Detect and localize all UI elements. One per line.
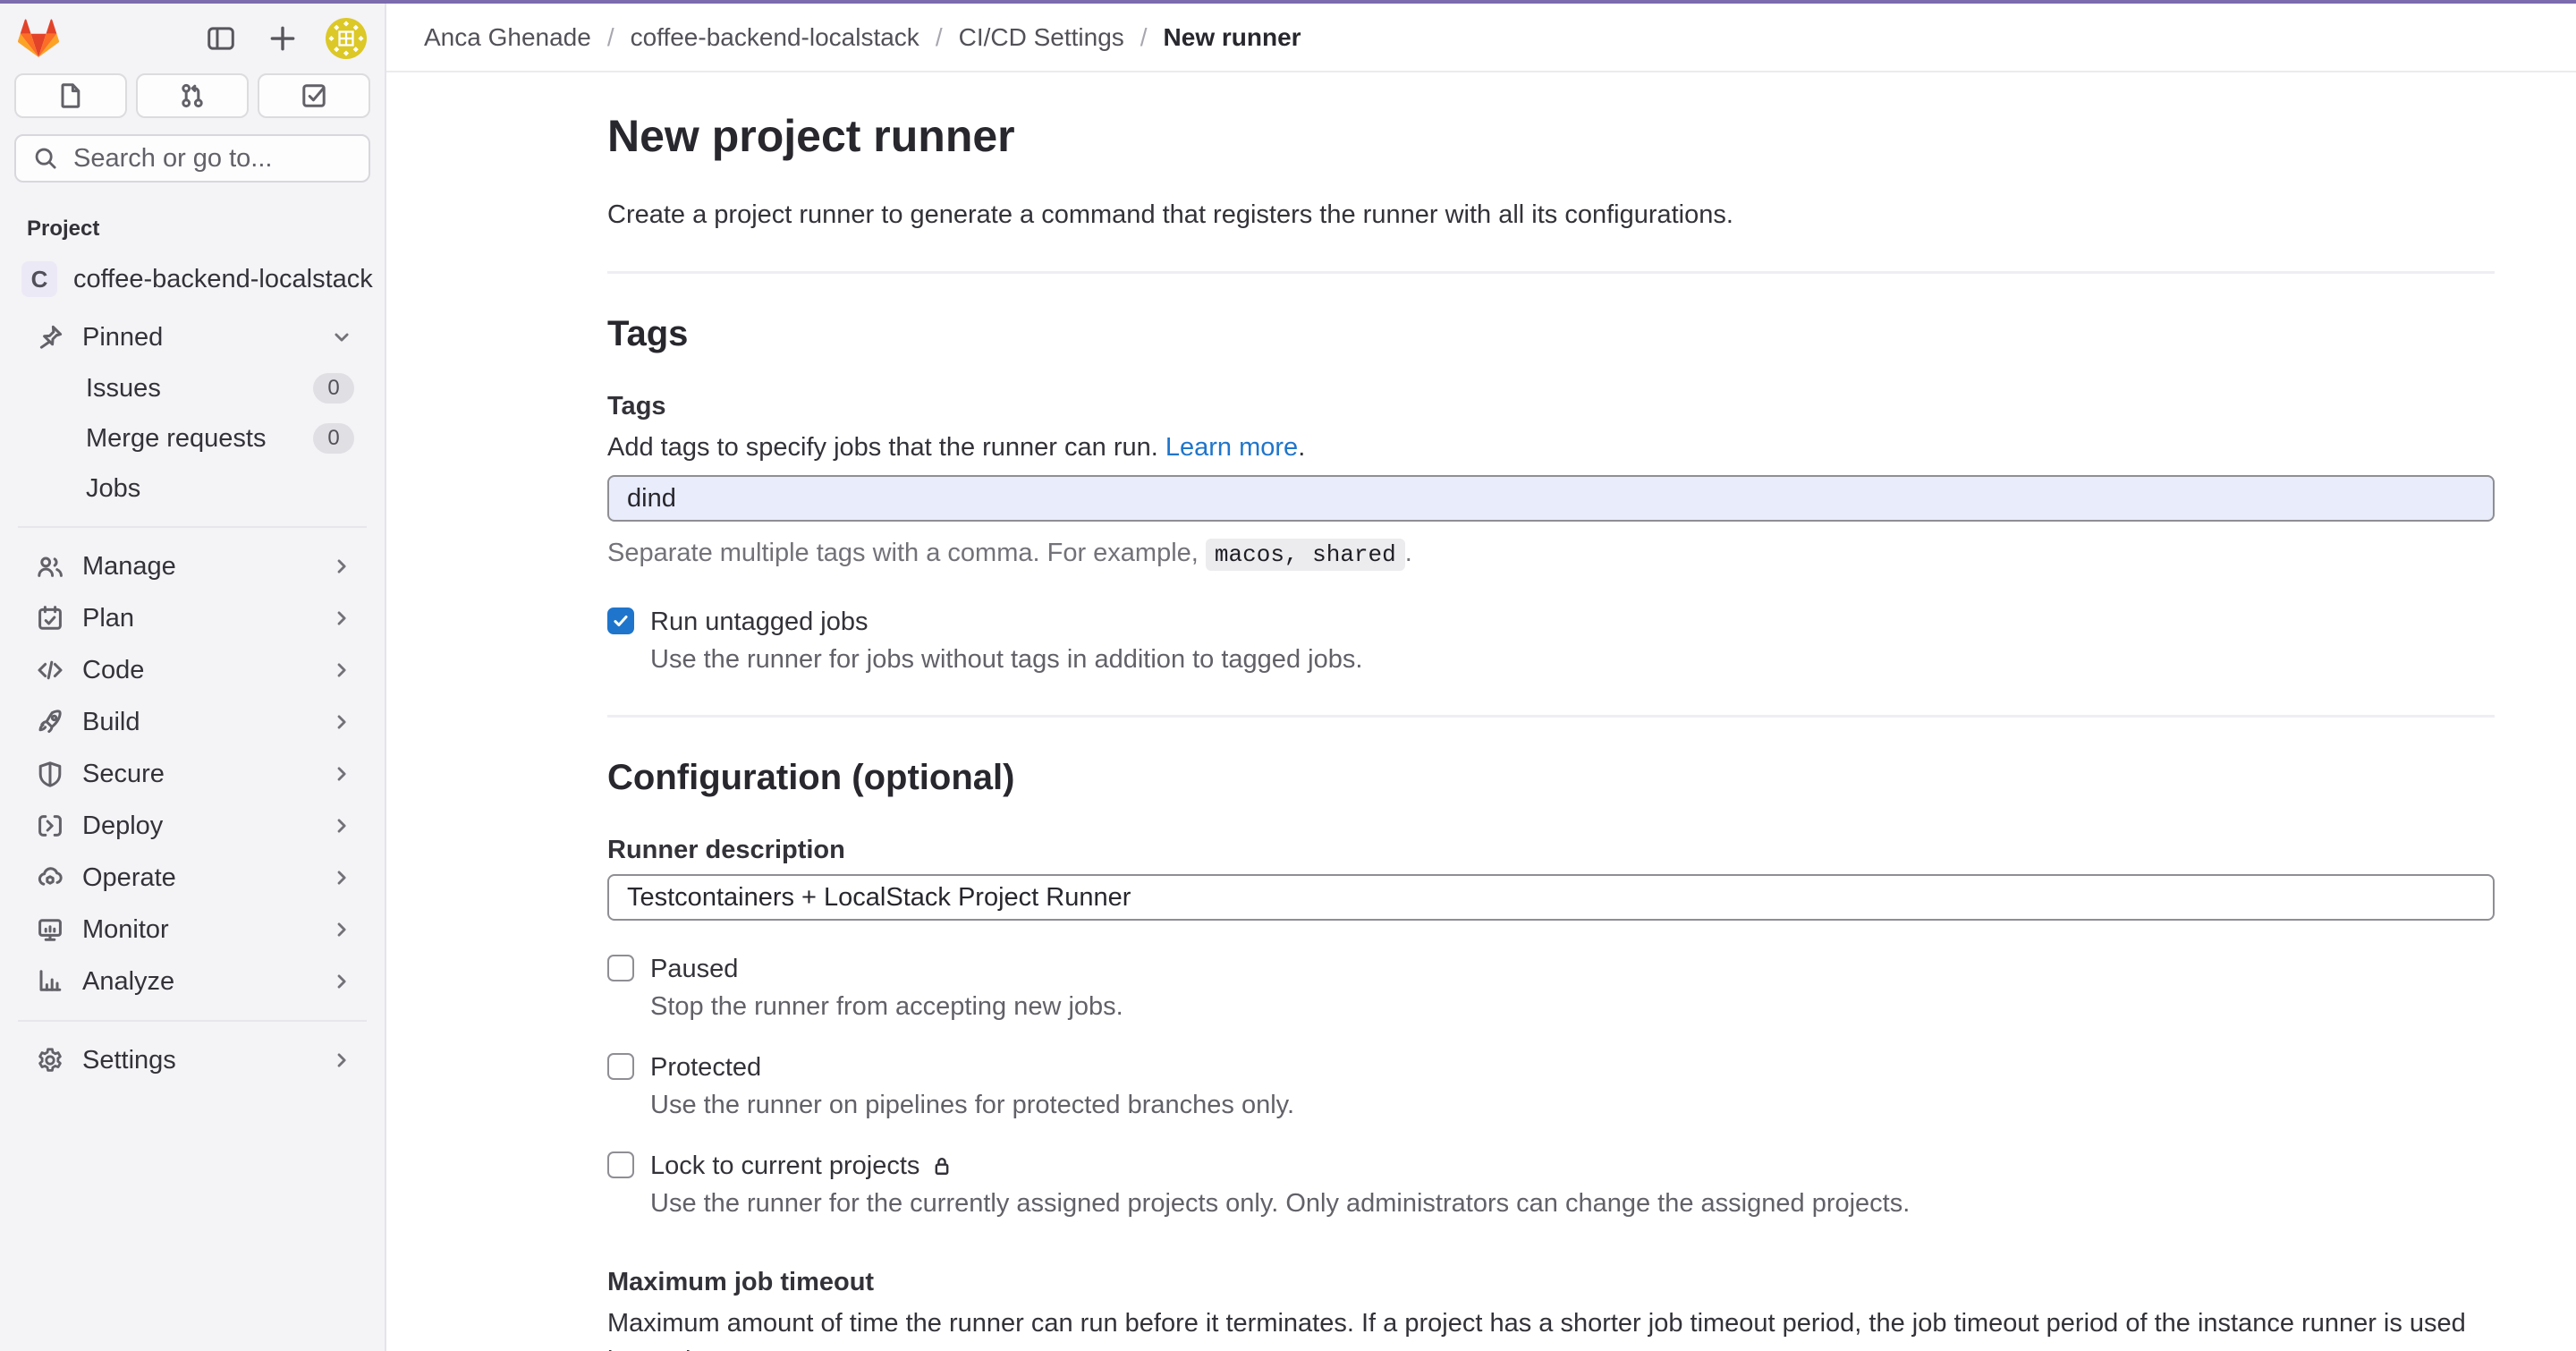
breadcrumb-separator: /	[607, 23, 614, 52]
lock-projects-row: Lock to current projects Use the runner …	[607, 1148, 2495, 1221]
protected-row: Protected Use the runner on pipelines fo…	[607, 1049, 2495, 1123]
main-area: Anca Ghenade / coffee-backend-localstack…	[386, 4, 2576, 1351]
paused-checkbox[interactable]	[607, 955, 634, 981]
sidebar-item-code[interactable]: Code	[9, 644, 376, 696]
pin-icon	[36, 323, 64, 352]
project-avatar: C	[21, 261, 57, 297]
search-icon	[32, 145, 59, 172]
chevron-right-icon	[329, 761, 354, 786]
lock-projects-help: Use the runner for the currently assigne…	[650, 1185, 1910, 1221]
sidebar: Project C coffee-backend-localstack Pinn…	[0, 4, 386, 1351]
run-untagged-help: Use the runner for jobs without tags in …	[650, 642, 1362, 677]
deploy-icon	[36, 811, 64, 840]
tags-example-code: macos, shared	[1206, 539, 1405, 571]
protected-label[interactable]: Protected	[650, 1049, 1294, 1085]
project-name: coffee-backend-localstack	[73, 265, 373, 294]
tags-field-hint: Separate multiple tags with a comma. For…	[607, 534, 2495, 574]
sidebar-item-issues[interactable]: Issues 0	[9, 363, 376, 413]
page-subtitle: Create a project runner to generate a co…	[607, 196, 2495, 234]
sidebar-item-secure[interactable]: Secure	[9, 748, 376, 800]
sidebar-section-label: Project	[0, 217, 385, 242]
chevron-right-icon	[329, 658, 354, 683]
merge-requests-count-badge: 0	[313, 423, 354, 454]
chevron-right-icon	[329, 813, 354, 838]
sidebar-project-item[interactable]: C coffee-backend-localstack	[9, 254, 376, 304]
sidebar-item-build[interactable]: Build	[9, 696, 376, 748]
tags-field-description: Add tags to specify jobs that the runner…	[607, 429, 2495, 466]
runner-description-label: Runner description	[607, 836, 2495, 865]
section-divider	[607, 271, 2495, 274]
create-new-button[interactable]	[263, 19, 302, 58]
search-input[interactable]	[14, 134, 370, 183]
sidebar-item-settings[interactable]: Settings	[9, 1034, 376, 1086]
chevron-right-icon	[329, 554, 354, 579]
learn-more-link[interactable]: Learn more	[1165, 433, 1298, 462]
breadcrumb: Anca Ghenade / coffee-backend-localstack…	[386, 4, 2576, 72]
gitlab-logo[interactable]	[18, 18, 59, 59]
sidebar-item-manage[interactable]: Manage	[9, 540, 376, 592]
max-timeout-description: Maximum amount of time the runner can ru…	[607, 1304, 2495, 1351]
sidebar-toggle-button[interactable]	[202, 20, 240, 57]
sidebar-item-monitor[interactable]: Monitor	[9, 904, 376, 956]
lock-icon	[930, 1154, 953, 1177]
code-icon	[36, 656, 64, 684]
monitor-icon	[36, 915, 64, 944]
run-untagged-label[interactable]: Run untagged jobs	[650, 604, 1362, 640]
run-untagged-checkbox[interactable]	[607, 608, 634, 634]
shield-icon	[36, 760, 64, 788]
search-field[interactable]	[72, 143, 352, 174]
paused-help: Stop the runner from accepting new jobs.	[650, 989, 1123, 1024]
rocket-icon	[36, 708, 64, 736]
chevron-right-icon	[329, 709, 354, 735]
section-divider	[607, 715, 2495, 718]
tags-field-label: Tags	[607, 392, 2495, 421]
lock-projects-checkbox[interactable]	[607, 1151, 634, 1178]
breadcrumb-separator: /	[936, 23, 943, 52]
sidebar-divider	[18, 526, 367, 528]
shortcut-merge-requests-button[interactable]	[136, 73, 249, 118]
runner-description-input[interactable]	[607, 874, 2495, 921]
protected-help: Use the runner on pipelines for protecte…	[650, 1087, 1294, 1123]
shortcut-todos-button[interactable]	[258, 73, 370, 118]
sidebar-item-label: Pinned	[82, 323, 329, 353]
breadcrumb-project[interactable]: coffee-backend-localstack	[631, 23, 919, 52]
chevron-right-icon	[329, 865, 354, 890]
sidebar-item-jobs[interactable]: Jobs	[9, 463, 376, 514]
chevron-right-icon	[329, 969, 354, 994]
page-title: New project runner	[607, 108, 2495, 164]
sidebar-item-deploy[interactable]: Deploy	[9, 800, 376, 852]
chevron-down-icon	[329, 325, 354, 350]
breadcrumb-current: New runner	[1164, 23, 1301, 52]
user-avatar[interactable]	[326, 18, 367, 59]
tags-section-heading: Tags	[607, 311, 2495, 356]
paused-row: Paused Stop the runner from accepting ne…	[607, 951, 2495, 1024]
shortcut-issues-button[interactable]	[14, 73, 127, 118]
protected-checkbox[interactable]	[607, 1053, 634, 1080]
max-timeout-label: Maximum job timeout	[607, 1268, 2495, 1297]
paused-label[interactable]: Paused	[650, 951, 1123, 987]
tags-input[interactable]	[607, 475, 2495, 522]
sidebar-item-plan[interactable]: Plan	[9, 592, 376, 644]
gear-icon	[36, 1046, 64, 1075]
chart-icon	[36, 967, 64, 996]
run-untagged-row: Run untagged jobs Use the runner for job…	[607, 604, 2495, 677]
configuration-section-heading: Configuration (optional)	[607, 755, 2495, 800]
chevron-right-icon	[329, 917, 354, 942]
issues-count-badge: 0	[313, 373, 354, 404]
breadcrumb-user[interactable]: Anca Ghenade	[424, 23, 591, 52]
chevron-right-icon	[329, 606, 354, 631]
sidebar-item-operate[interactable]: Operate	[9, 852, 376, 904]
sidebar-item-pinned[interactable]: Pinned	[9, 311, 376, 363]
breadcrumb-separator: /	[1140, 23, 1148, 52]
sidebar-divider	[18, 1020, 367, 1022]
sidebar-item-merge-requests[interactable]: Merge requests 0	[9, 413, 376, 463]
app-root: Project C coffee-backend-localstack Pinn…	[0, 0, 2576, 1351]
users-icon	[36, 552, 64, 581]
chevron-right-icon	[329, 1048, 354, 1073]
lock-projects-label[interactable]: Lock to current projects	[650, 1148, 919, 1184]
sidebar-item-analyze[interactable]: Analyze	[9, 956, 376, 1007]
calendar-check-icon	[36, 604, 64, 633]
cloud-pod-icon	[36, 863, 64, 892]
breadcrumb-cicd-settings[interactable]: CI/CD Settings	[959, 23, 1124, 52]
